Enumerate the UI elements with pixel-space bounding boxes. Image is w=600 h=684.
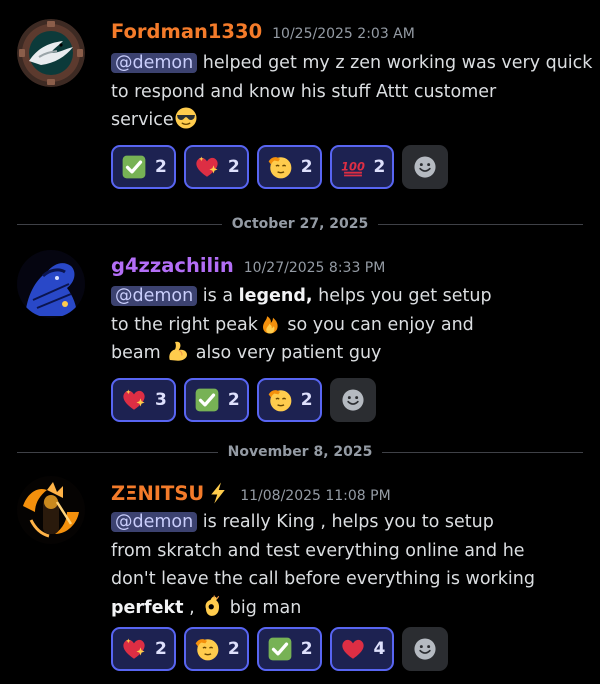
timestamp: 11/08/2025 11:08 PM (240, 488, 391, 504)
reaction-red-heart[interactable]: 4 (329, 627, 395, 671)
date-divider-label: November 8, 2025 (227, 444, 373, 460)
date-divider: October 27, 2025 (17, 214, 584, 234)
reaction-check-mark[interactable]: 2 (183, 378, 249, 422)
reaction-bar: 3 2 2 (111, 378, 376, 422)
reaction-count: 2 (300, 157, 313, 177)
reaction-count: 2 (227, 390, 240, 410)
reaction-count: 2 (155, 639, 167, 659)
message-content: @demon is really King , helps you to set… (111, 512, 535, 618)
reaction-sparkling-heart[interactable]: 2 (183, 145, 249, 189)
fire-emoji (258, 311, 282, 335)
check-mark-emoji (121, 154, 147, 180)
lightning-bolt-emoji (206, 481, 230, 505)
reaction-sparkling-heart[interactable]: 3 (111, 378, 176, 422)
username[interactable]: Fordman1330 (111, 20, 262, 43)
reaction-check-mark[interactable]: 2 (256, 627, 322, 671)
add-reaction-button[interactable] (402, 145, 449, 189)
add-reaction-button[interactable] (402, 627, 449, 671)
divider-rule (382, 451, 583, 453)
date-divider: November 8, 2025 (17, 442, 583, 462)
flexed-biceps-emoji (166, 339, 190, 363)
reaction-hundred-points[interactable]: 2 (329, 145, 395, 189)
eagle-avatar-image (17, 19, 85, 87)
timestamp: 10/25/2025 2:03 AM (272, 26, 415, 42)
sunglasses-emoji (174, 106, 198, 130)
reaction-saluting-face[interactable]: 2 (256, 145, 322, 189)
saluting-face-emoji (267, 154, 293, 180)
ninja-avatar-image (17, 250, 85, 318)
divider-rule (17, 451, 218, 453)
reaction-count: 4 (373, 639, 386, 659)
reaction-bar: 2 2 2 4 (111, 627, 449, 671)
reaction-bar: 2 2 2 2 (111, 145, 449, 189)
reaction-count: 3 (155, 390, 167, 410)
reaction-count: 2 (300, 639, 313, 659)
red-heart-emoji (340, 636, 366, 662)
reaction-saluting-face[interactable]: 2 (183, 627, 249, 671)
date-divider-label: October 27, 2025 (231, 216, 369, 232)
message-content: @demon helped get my z zen working was v… (111, 53, 593, 130)
reaction-count: 2 (300, 390, 313, 410)
saluting-face-emoji (267, 387, 293, 413)
add-reaction-smile-icon (340, 387, 366, 413)
reaction-sparkling-heart[interactable]: 2 (111, 627, 176, 671)
reaction-count: 2 (227, 639, 240, 659)
message-content: @demon is a legend, helps you get setup … (111, 286, 492, 363)
add-reaction-button[interactable] (329, 378, 376, 422)
reaction-saluting-face[interactable]: 2 (256, 378, 322, 422)
avatar-g4zzachilin[interactable] (17, 250, 85, 318)
reaction-count: 2 (373, 157, 386, 177)
check-mark-emoji (267, 636, 293, 662)
username[interactable]: ZΞNITSU (111, 482, 204, 505)
hundred-points-emoji (340, 154, 366, 180)
reaction-count: 2 (155, 157, 167, 177)
timestamp: 10/27/2025 8:33 PM (243, 260, 386, 276)
add-reaction-smile-icon (412, 636, 438, 662)
zenitsu-avatar-image (17, 476, 85, 544)
reaction-check-mark[interactable]: 2 (111, 145, 176, 189)
ok-hand-emoji (200, 594, 224, 618)
saluting-face-emoji (194, 636, 220, 662)
avatar-fordman1330[interactable] (17, 19, 85, 87)
avatar-zenitsu[interactable] (17, 476, 85, 544)
reaction-count: 2 (227, 157, 240, 177)
username[interactable]: g4zzachilin (111, 254, 234, 277)
user-mention[interactable]: @demon (111, 53, 198, 73)
divider-rule (17, 223, 222, 225)
check-mark-emoji (194, 387, 220, 413)
user-mention[interactable]: @demon (111, 286, 198, 306)
divider-rule (378, 223, 584, 225)
sparkling-heart-emoji (194, 154, 220, 180)
add-reaction-smile-icon (412, 154, 438, 180)
sparkling-heart-emoji (121, 387, 147, 413)
sparkling-heart-emoji (121, 636, 147, 662)
user-mention[interactable]: @demon (111, 512, 198, 532)
